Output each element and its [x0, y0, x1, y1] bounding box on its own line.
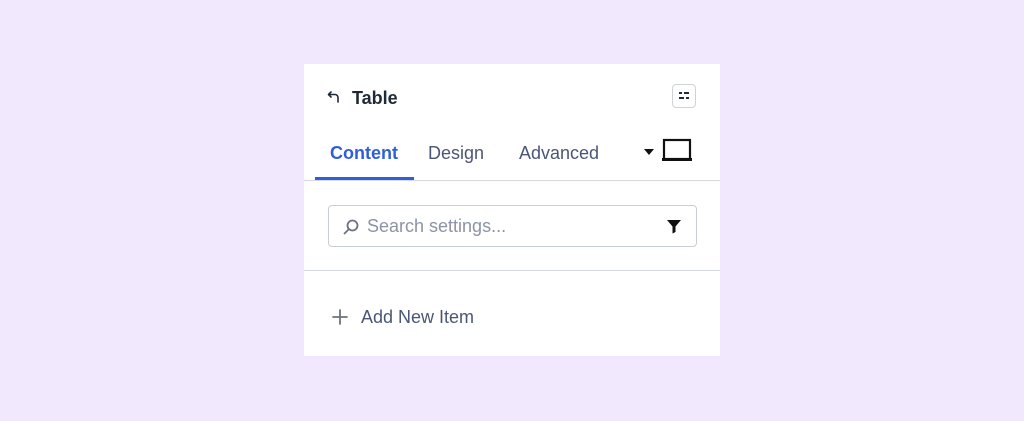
tab-advanced[interactable]: Advanced — [519, 142, 599, 164]
add-new-item-label: Add New Item — [361, 307, 475, 327]
laptop-icon[interactable] — [660, 138, 694, 164]
search-box — [328, 205, 697, 247]
search-icon — [343, 219, 359, 235]
section-divider — [304, 270, 720, 271]
add-new-item-button[interactable]: Add New Item — [332, 304, 474, 330]
filter-icon[interactable] — [665, 217, 683, 235]
caret-down-icon[interactable] — [640, 143, 658, 161]
plus-icon — [332, 309, 348, 325]
settings-panel: Table Content Design Advanced Search set… — [304, 64, 720, 356]
tab-content[interactable]: Content — [330, 142, 398, 164]
tab-design[interactable]: Design — [428, 142, 484, 164]
active-tab-indicator — [315, 177, 414, 180]
panel-header: Table — [304, 64, 720, 132]
panel-title: Table — [352, 88, 398, 108]
tab-bar: Content Design Advanced — [304, 132, 720, 181]
undo-arrow-icon[interactable] — [326, 89, 342, 105]
sliders-icon[interactable] — [672, 84, 696, 108]
search-input[interactable] — [367, 206, 647, 246]
